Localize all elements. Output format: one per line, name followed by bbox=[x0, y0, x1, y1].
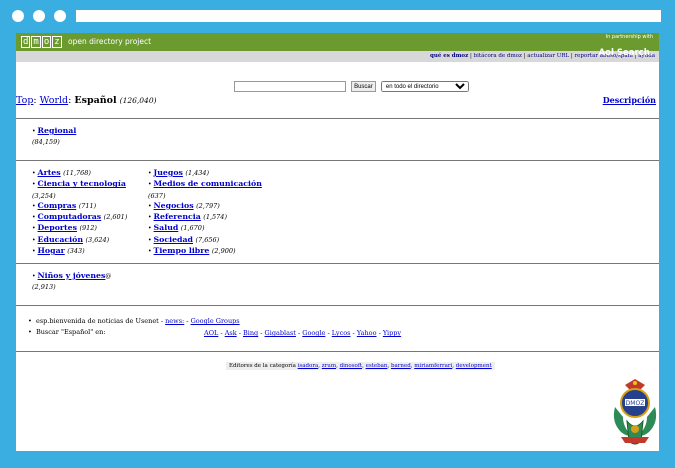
usenet-line: • esp.bienvenida de noticias de Usenet -… bbox=[28, 317, 240, 325]
editor-link[interactable]: isadora bbox=[298, 363, 319, 369]
logo-tagline: open directory project bbox=[68, 37, 152, 46]
aol-partner[interactable]: In partnership with Aol Search. bbox=[599, 34, 653, 59]
category-link[interactable]: Tiempo libre bbox=[154, 246, 210, 255]
dmoz-mascot-icon: DMOZ bbox=[613, 379, 657, 445]
category-link[interactable]: Sociedad bbox=[154, 235, 193, 244]
category-link[interactable]: Deportes bbox=[38, 223, 77, 232]
category-count: (7,656) bbox=[195, 235, 220, 244]
breadcrumb-top[interactable]: Top bbox=[16, 95, 33, 106]
description-box: Descripción bbox=[603, 95, 656, 105]
category-count: (11,768) bbox=[63, 169, 91, 177]
usenet-text: esp.bienvenida de noticias de Usenet - bbox=[35, 317, 166, 325]
logo-letter: m bbox=[31, 36, 41, 48]
divider bbox=[16, 160, 659, 161]
subnav-link-about[interactable]: qué es dmoz bbox=[430, 53, 468, 59]
window-dot-3[interactable] bbox=[54, 10, 66, 22]
category-link[interactable]: Referencia bbox=[154, 212, 201, 221]
logo-letter: d bbox=[21, 36, 31, 48]
page-content: dmoz open directory project In partnersh… bbox=[16, 33, 659, 451]
editors-text: Editores de la categoría bbox=[229, 363, 298, 369]
window-dot-2[interactable] bbox=[33, 10, 45, 22]
category-regional[interactable]: Regional bbox=[38, 126, 77, 135]
dmoz-logo[interactable]: dmoz bbox=[21, 36, 63, 48]
engine-link[interactable]: Yippy bbox=[383, 329, 401, 337]
at-symbol-icon: @ bbox=[105, 273, 112, 280]
engine-link[interactable]: Ask bbox=[225, 329, 237, 337]
partner-name: Aol Search. bbox=[598, 48, 653, 58]
category-link[interactable]: Compras bbox=[38, 201, 77, 210]
editors-box: Editores de la categoría isadora, zrum, … bbox=[226, 362, 495, 370]
divider bbox=[16, 351, 659, 352]
divider bbox=[16, 305, 659, 306]
search-other-line: • Buscar "Español" en: bbox=[28, 328, 106, 336]
category-link[interactable]: Computadoras bbox=[38, 212, 102, 221]
category-link[interactable]: Artes bbox=[38, 168, 61, 177]
browser-frame: dmoz open directory project In partnersh… bbox=[0, 0, 675, 468]
search-form: Buscar en todo el directorio bbox=[234, 76, 469, 95]
window-dot-1[interactable] bbox=[12, 10, 24, 22]
category-kids[interactable]: Niños y jóvenes bbox=[38, 271, 106, 280]
category-link[interactable]: Salud bbox=[154, 223, 179, 232]
regional-section: • Regional (84,159) bbox=[32, 126, 77, 147]
divider bbox=[16, 263, 659, 264]
partner-small-text: In partnership with bbox=[605, 34, 653, 40]
category-count: (3,624) bbox=[85, 235, 110, 244]
editor-link[interactable]: esteban bbox=[366, 363, 388, 369]
category-link[interactable]: Medios de comunicación bbox=[154, 179, 262, 188]
divider bbox=[16, 118, 659, 119]
category-count: (2,900) bbox=[211, 247, 236, 256]
search-button[interactable]: Buscar bbox=[351, 81, 376, 92]
editor-link[interactable]: dinosoft bbox=[340, 363, 363, 369]
categories-right: • Juegos (1,434) • Medios de comunicación … bbox=[148, 168, 262, 256]
categories-left: • Artes (11,768) • Ciencia y tecnología (3… bbox=[32, 168, 128, 256]
engine-link[interactable]: Gigablast bbox=[265, 329, 296, 337]
search-engines: AOL - Ask - Bing - Gigablast - Google - … bbox=[204, 329, 402, 337]
category-link[interactable]: Juegos bbox=[154, 168, 183, 177]
category-count: (637) bbox=[148, 191, 166, 200]
category-link[interactable]: Negocios bbox=[154, 201, 194, 210]
category-count: (84,159) bbox=[32, 138, 60, 147]
subnav-link-blog[interactable]: bitácora de dmoz bbox=[474, 53, 522, 59]
logo-letter: o bbox=[41, 36, 52, 48]
engine-link[interactable]: Bing bbox=[243, 329, 258, 337]
svg-text:DMOZ: DMOZ bbox=[626, 400, 645, 407]
category-link[interactable]: Educación bbox=[38, 235, 83, 244]
category-count: (711) bbox=[78, 201, 97, 210]
category-count: (1,434) bbox=[185, 169, 210, 177]
category-count: (343) bbox=[67, 247, 85, 256]
description-link[interactable]: Descripción bbox=[603, 95, 656, 105]
search-input[interactable] bbox=[234, 81, 346, 92]
breadcrumb: Top: World: Español (126,040) bbox=[16, 95, 157, 106]
category-count: (2,601) bbox=[103, 213, 128, 222]
category-count: (2,797) bbox=[196, 201, 220, 210]
category-count: (1,670) bbox=[180, 224, 205, 233]
breadcrumb-world[interactable]: World bbox=[40, 95, 69, 106]
editor-link[interactable]: zrum bbox=[322, 363, 336, 369]
subnav-link-update-url[interactable]: actualizar URL bbox=[527, 53, 569, 59]
category-count: (912) bbox=[79, 224, 97, 233]
page-title: Español bbox=[74, 95, 117, 106]
editor-link[interactable]: miriamferrari bbox=[414, 363, 452, 369]
category-count: (2,913) bbox=[32, 283, 56, 292]
subnav: qué es dmoz | bitácora de dmoz | actuali… bbox=[16, 51, 659, 62]
logo-letter: z bbox=[52, 36, 62, 48]
editor-link[interactable]: development bbox=[456, 363, 492, 369]
category-link[interactable]: Ciencia y tecnología bbox=[38, 179, 126, 188]
page-count: (126,040) bbox=[119, 96, 157, 105]
kids-section: • Niños y jóvenes@ (2,913) bbox=[32, 271, 112, 292]
engine-link[interactable]: AOL bbox=[204, 329, 218, 337]
engine-link[interactable]: Yahoo bbox=[357, 329, 377, 337]
header-bar: dmoz open directory project In partnersh… bbox=[16, 33, 659, 58]
address-bar[interactable] bbox=[76, 10, 661, 22]
search-scope-select[interactable]: en todo el directorio bbox=[380, 81, 469, 92]
category-link[interactable]: Hogar bbox=[38, 246, 65, 255]
usenet-news-link[interactable]: news: bbox=[165, 317, 184, 325]
category-count: (1,574) bbox=[203, 213, 227, 222]
category-count: (3,254) bbox=[32, 191, 56, 200]
engine-link[interactable]: Lycos bbox=[332, 329, 351, 337]
editor-link[interactable]: barned bbox=[391, 363, 411, 369]
engine-link[interactable]: Google bbox=[302, 329, 325, 337]
search-other-text: Buscar "Español" en: bbox=[35, 328, 106, 336]
google-groups-link[interactable]: Google Groups bbox=[191, 317, 240, 325]
